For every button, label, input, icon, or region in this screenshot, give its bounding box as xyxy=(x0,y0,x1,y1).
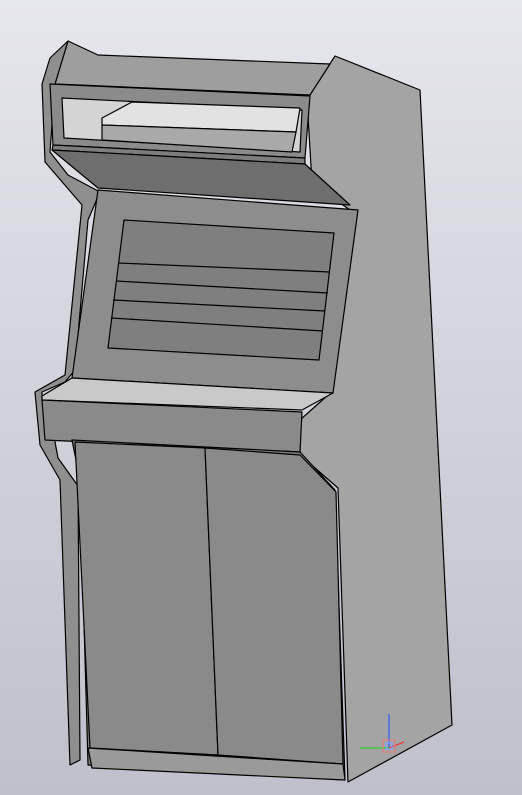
3d-viewport[interactable] xyxy=(0,0,522,795)
right-door[interactable] xyxy=(204,447,344,765)
cabinet-model[interactable] xyxy=(0,0,522,795)
left-door[interactable] xyxy=(74,441,219,756)
screen-area xyxy=(107,219,335,361)
